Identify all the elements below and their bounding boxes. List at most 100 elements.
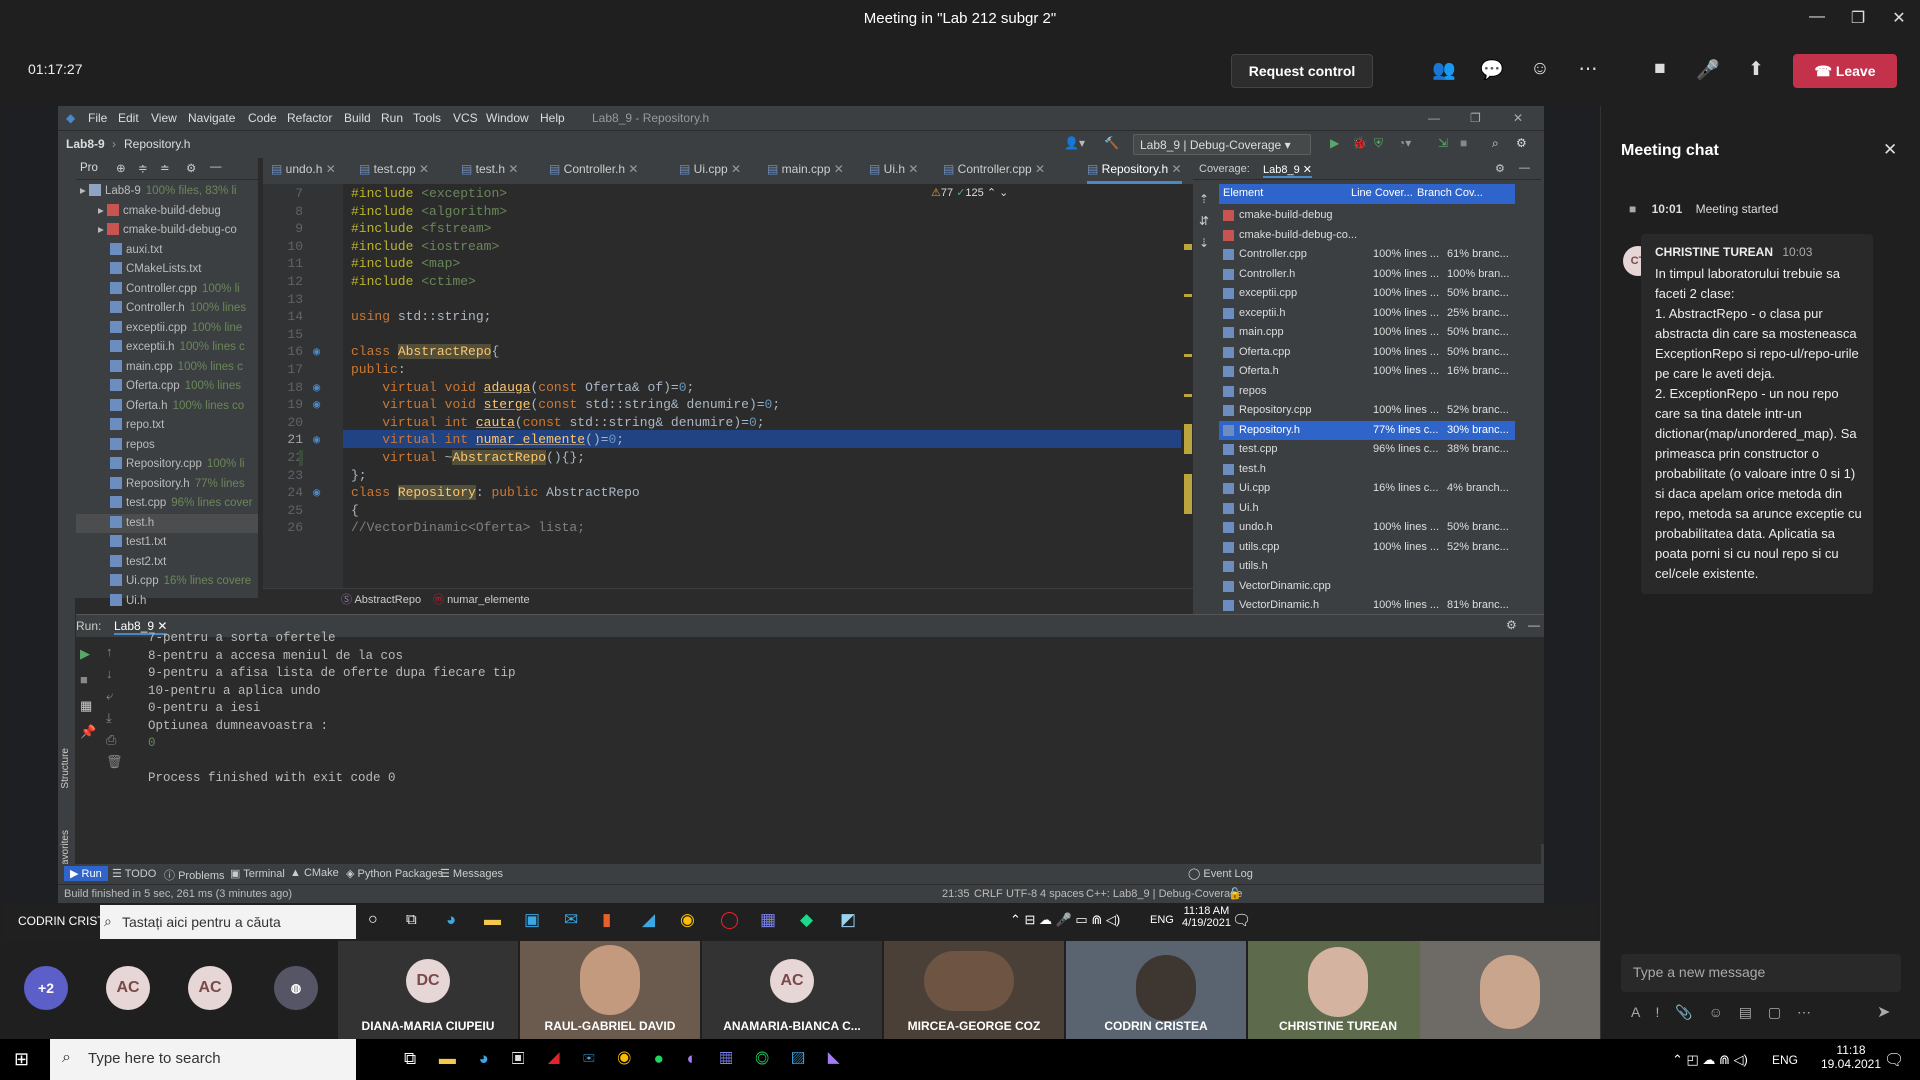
participant-tile[interactable] [1420, 941, 1600, 1039]
close-tab-icon[interactable]: ✕ [625, 162, 638, 176]
more-icon[interactable]: ⋯ [1574, 58, 1602, 84]
windows-start-icon[interactable]: ⊞ [14, 1049, 29, 1070]
close-window-icon[interactable]: ✕ [1884, 8, 1914, 28]
override-marker-icon[interactable]: ◉ [313, 397, 320, 412]
participant-tile[interactable]: AC ANAMARIA-BIANCA C... [702, 941, 882, 1039]
menu-code[interactable]: Code [248, 111, 277, 125]
debug-icon[interactable]: 🐞 [1352, 136, 1367, 150]
collapse-all-icon[interactable]: ≐ [160, 161, 170, 175]
scroll-up-icon[interactable]: ↑ [106, 641, 123, 663]
participant-tile[interactable]: MIRCEA-GEORGE COZ [884, 941, 1064, 1039]
tool-event-log[interactable]: ◯ Event Log [1188, 867, 1253, 880]
editor-tab[interactable]: ▤ Ui.h ✕ [869, 162, 918, 176]
minimize-icon[interactable]: — [1802, 8, 1832, 26]
coverage-row[interactable]: cmake-build-debug-co... [1219, 226, 1515, 246]
leave-button[interactable]: ☎ Leave [1793, 54, 1897, 88]
close-tab-icon[interactable]: ✕ [505, 162, 518, 176]
menu-edit[interactable]: Edit [118, 111, 139, 125]
participant-avatar-ac2[interactable]: AC [188, 966, 232, 1010]
nav-down-icon[interactable]: ⇣ [1199, 232, 1209, 254]
close-tab-icon[interactable]: ✕ [416, 162, 429, 176]
console-output[interactable]: 7-pentru a sorta ofertele 8-pentru a acce… [136, 631, 1536, 837]
project-view-select[interactable]: Pro [80, 162, 98, 174]
menu-refactor[interactable]: Refactor [287, 111, 332, 125]
file-encoding[interactable]: UTF-8 [1006, 888, 1037, 900]
layout-icon[interactable]: ▦ [80, 693, 96, 719]
soft-wrap-icon[interactable]: ⤶ [106, 685, 123, 707]
coverage-row[interactable]: main.cpp 100% lines ... 50% branc... [1219, 323, 1515, 343]
menu-tools[interactable]: Tools [413, 111, 441, 125]
coverage-row[interactable]: test.h [1219, 460, 1515, 480]
sticker-icon[interactable]: ▢ [1768, 1004, 1781, 1020]
store-icon[interactable]: ▣ [524, 910, 540, 930]
share-icon[interactable]: ⬆ [1742, 58, 1770, 84]
windows-lang[interactable]: ENG [1772, 1053, 1798, 1067]
ide-restore-icon[interactable]: ❐ [1470, 111, 1481, 125]
coverage-row[interactable]: test.cpp 96% lines c... 38% branc... [1219, 440, 1515, 460]
close-tab-icon[interactable]: ✕ [322, 162, 336, 176]
coverage-row[interactable]: VectorDinamic.h 100% lines ... 81% branc..… [1219, 596, 1515, 616]
cortana-icon[interactable]: ○ [368, 911, 378, 929]
tree-item[interactable]: test1.txt [76, 533, 258, 552]
inspection-widget[interactable]: ⚠77 ✓125 ⌃ ⌄ [931, 186, 1008, 199]
expand-all-icon[interactable]: ≑ [138, 161, 148, 175]
filter-icon[interactable]: ⇵ [1199, 210, 1209, 232]
clion-icon[interactable]: ◆ [800, 910, 813, 930]
camera-icon[interactable]: ■ [1646, 58, 1674, 84]
store-icon[interactable]: ▣ [512, 1049, 525, 1068]
chat-message-input[interactable]: Type a new message [1621, 954, 1901, 992]
project-gear-icon[interactable]: ⚙ [186, 161, 196, 175]
menu-vcs[interactable]: VCS [453, 111, 478, 125]
coverage-run-icon[interactable]: ⛨ [1374, 136, 1383, 151]
participant-avatar-ac1[interactable]: AC [106, 966, 150, 1010]
presenter-lang[interactable]: ENG [1150, 914, 1174, 926]
important-icon[interactable]: ! [1655, 1004, 1659, 1020]
request-control-button[interactable]: Request control [1231, 54, 1373, 88]
teams-icon[interactable]: ▦ [720, 1049, 733, 1068]
nav-up-icon[interactable]: ⇡ [1199, 188, 1209, 210]
mail-icon[interactable]: ✉ [583, 1049, 595, 1068]
more-options-icon[interactable]: ⋯ [1797, 1004, 1811, 1020]
tree-item[interactable]: ▸ cmake-build-debug [76, 202, 258, 221]
indent-setting[interactable]: 4 spaces [1040, 888, 1084, 900]
task-view-icon[interactable]: ⧉ [404, 1049, 416, 1068]
acrobat-icon[interactable]: ◢ [547, 1049, 560, 1068]
run-icon[interactable]: ▶ [1330, 136, 1339, 150]
coverage-row[interactable]: Repository.cpp 100% lines ... 52% branc... [1219, 401, 1515, 421]
run-gear-icon[interactable]: ⚙ [1506, 618, 1517, 632]
expand-arrow-icon[interactable]: ▸ [80, 185, 89, 197]
task-view-icon[interactable]: ⧉ [406, 911, 417, 928]
tool-run[interactable]: ▶ Run [64, 866, 108, 881]
override-marker-icon[interactable]: ◉ [313, 380, 320, 395]
coverage-row[interactable]: Ui.cpp 16% lines c... 4% branch... [1219, 479, 1515, 499]
override-marker-icon[interactable]: ◉ [313, 485, 320, 500]
rerun-icon[interactable]: ▶ [80, 641, 96, 667]
caret-position[interactable]: 21:35 [942, 888, 970, 900]
participant-avatar-photo[interactable]: ◍ [274, 966, 318, 1010]
restore-icon[interactable]: ❐ [1843, 8, 1873, 28]
tree-item[interactable]: exceptii.h 100% lines c [76, 338, 258, 357]
tree-item[interactable]: test.h [76, 513, 258, 533]
coverage-row[interactable]: exceptii.h 100% lines ... 25% branc... [1219, 304, 1515, 324]
spotify-icon[interactable]: ● [654, 1049, 664, 1068]
tool-cmake[interactable]: ▲ CMake [290, 867, 339, 879]
action-center-icon[interactable]: 🗨 [1884, 1050, 1904, 1070]
menu-file[interactable]: File [88, 111, 107, 125]
coverage-row[interactable]: Controller.cpp 100% lines ... 61% branc... [1219, 245, 1515, 265]
tree-item[interactable]: exceptii.cpp 100% line [76, 319, 258, 338]
coverage-row[interactable]: Oferta.cpp 100% lines ... 50% branc... [1219, 343, 1515, 363]
attach-file-icon[interactable]: 📎 [1675, 1004, 1692, 1020]
edge-icon[interactable]: ◕ [479, 1049, 489, 1068]
editor-tab[interactable]: ▤ Controller.h ✕ [549, 162, 638, 176]
tree-item[interactable]: repos [76, 436, 258, 455]
chrome-icon[interactable]: ◉ [617, 1049, 630, 1068]
coverage-row[interactable]: Repository.h 77% lines c... 30% branc... [1219, 420, 1515, 440]
mail-icon[interactable]: ✉ [564, 910, 578, 930]
tree-item[interactable]: Oferta.h 100% lines co [76, 397, 258, 416]
coverage-hide-icon[interactable]: — [1519, 162, 1530, 174]
participant-tile[interactable]: CODRIN CRISTEA [1066, 941, 1246, 1039]
scroll-down-icon[interactable]: ↓ [106, 663, 123, 685]
code-editor[interactable]: #include <exception> #include <algorithm>… [343, 184, 1193, 588]
editor-tab[interactable]: ▤ test.cpp ✕ [359, 162, 429, 176]
editor-tab[interactable]: ▤ main.cpp ✕ [767, 162, 844, 176]
